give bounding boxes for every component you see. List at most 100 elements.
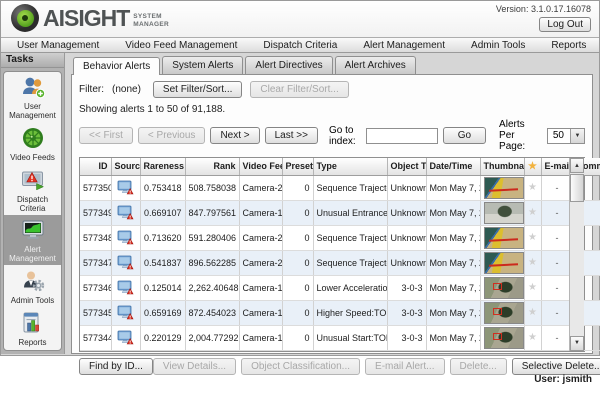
col-video-feed[interactable]: Video Feed xyxy=(239,158,282,175)
star-icon[interactable]: ★ xyxy=(528,307,537,318)
thumbnail-image[interactable] xyxy=(484,327,524,349)
cell-object-type: 3-0-3 xyxy=(387,300,426,325)
sidebar-item-reports[interactable]: Reports xyxy=(4,308,61,350)
star-icon[interactable]: ★ xyxy=(528,332,537,343)
source-alert-icon xyxy=(117,230,134,245)
col-id[interactable]: ID xyxy=(80,158,111,175)
vertical-scrollbar[interactable]: ▲ ▼ xyxy=(569,158,584,351)
scrollbar-track[interactable] xyxy=(570,173,584,336)
filter-value: (none) xyxy=(112,84,141,95)
last-page-button[interactable]: Last >> xyxy=(265,127,318,144)
star-icon[interactable]: ★ xyxy=(528,257,537,268)
bar-chart-icon xyxy=(20,310,46,336)
find-by-id-button[interactable]: Find by ID... xyxy=(79,358,153,375)
cell-datetime: Mon May 7, 2012 xyxy=(426,300,480,325)
cell-video-feed: Camera-1 xyxy=(239,275,282,300)
table-row[interactable]: 577346 0.125014 2,262.40648 Camera-1 0 L… xyxy=(80,275,600,300)
tasks-sidebar: Tasks User Management xyxy=(1,53,65,354)
goto-index-input[interactable] xyxy=(366,128,438,144)
brand-name: AISIGHT xyxy=(43,7,129,30)
logout-button[interactable]: Log Out xyxy=(539,17,591,32)
cell-source xyxy=(111,225,140,250)
cell-video-feed: Camera-2 xyxy=(239,250,282,275)
star-icon[interactable]: ★ xyxy=(528,282,537,293)
thumbnail-image[interactable] xyxy=(484,177,524,199)
cell-video-feed: Camera-2 xyxy=(239,225,282,250)
col-datetime[interactable]: Date/Time xyxy=(426,158,480,175)
cell-type: Sequence Trajectory xyxy=(313,250,387,275)
content-area: Behavior Alerts System Alerts Alert Dire… xyxy=(65,53,599,354)
col-rank[interactable]: Rank xyxy=(185,158,239,175)
sidebar-item-alert-management[interactable]: Alert Management xyxy=(4,215,61,265)
menu-dispatch-criteria[interactable]: Dispatch Criteria xyxy=(263,40,337,51)
table-row[interactable]: 577345 0.659169 872.454023 Camera-1 0 Hi… xyxy=(80,300,600,325)
sidebar-item-admin-tools[interactable]: Admin Tools xyxy=(4,265,61,307)
tab-behavior-alerts[interactable]: Behavior Alerts xyxy=(73,57,160,75)
alerts-per-page-select[interactable]: 50 ▼ xyxy=(547,128,585,144)
cell-thumbnail xyxy=(480,250,524,275)
logged-in-user-label: User: jsmith xyxy=(534,374,592,385)
star-icon[interactable]: ★ xyxy=(528,161,537,172)
cell-preset-id: 0 xyxy=(282,200,313,225)
thumbnail-image[interactable] xyxy=(484,277,524,299)
col-rareness[interactable]: Rareness xyxy=(140,158,185,175)
tab-system-alerts[interactable]: System Alerts xyxy=(162,56,243,74)
cell-thumbnail xyxy=(480,275,524,300)
cell-star: ★ xyxy=(524,175,541,200)
table-row[interactable]: 577349 0.669107 847.797561 Camera-1 0 Un… xyxy=(80,200,600,225)
cell-type: Higher Speed:TOD xyxy=(313,300,387,325)
tab-alert-archives[interactable]: Alert Archives xyxy=(335,56,416,74)
thumbnail-image[interactable] xyxy=(484,302,524,324)
go-button[interactable]: Go xyxy=(443,127,486,144)
cell-video-feed: Camera-1 xyxy=(239,300,282,325)
thumbnail-image[interactable] xyxy=(484,202,524,224)
col-thumbnail[interactable]: Thumbnail xyxy=(480,158,524,175)
menu-user-management[interactable]: User Management xyxy=(17,40,99,51)
menu-alert-management[interactable]: Alert Management xyxy=(363,40,445,51)
star-icon[interactable]: ★ xyxy=(528,207,537,218)
chevron-down-icon[interactable]: ▼ xyxy=(570,129,584,143)
next-page-button[interactable]: Next > xyxy=(210,127,259,144)
thumbnail-image[interactable] xyxy=(484,227,524,249)
cell-type: Unusual Entrance:TOD xyxy=(313,200,387,225)
sidebar-item-label: User Management xyxy=(5,102,60,120)
col-object-type[interactable]: Object Type xyxy=(387,158,426,175)
col-type[interactable]: Type xyxy=(313,158,387,175)
scrollbar-thumb[interactable] xyxy=(570,174,584,202)
cell-rank: 896.562285 xyxy=(185,250,239,275)
cell-thumbnail xyxy=(480,300,524,325)
title-bar: AISIGHT SYSTEM MANAGER Version: 3.1.0.17… xyxy=(1,1,599,37)
sidebar-item-user-management[interactable]: User Management xyxy=(4,72,61,122)
sidebar-item-video-feeds[interactable]: Video Feeds xyxy=(4,122,61,164)
menu-admin-tools[interactable]: Admin Tools xyxy=(471,40,525,51)
star-icon[interactable]: ★ xyxy=(528,182,537,193)
table-row[interactable]: 577350 0.753418 508.758038 Camera-2 0 Se… xyxy=(80,175,600,200)
table-row[interactable]: 577348 0.713620 591.280406 Camera-2 0 Se… xyxy=(80,225,600,250)
delete-button: Delete... xyxy=(450,358,507,375)
cell-type: Lower Acceleration:TOD xyxy=(313,275,387,300)
table-row[interactable]: 577347 0.541837 896.562285 Camera-2 0 Se… xyxy=(80,250,600,275)
sidebar-item-dispatch-criteria[interactable]: Dispatch Criteria xyxy=(4,165,61,215)
showing-alerts-text: Showing alerts 1 to 50 of 91,188. xyxy=(79,104,585,115)
menu-video-feed-management[interactable]: Video Feed Management xyxy=(125,40,237,51)
cell-star: ★ xyxy=(524,275,541,300)
star-icon[interactable]: ★ xyxy=(528,232,537,243)
source-alert-icon xyxy=(117,330,134,345)
cell-object-type: Unknown xyxy=(387,175,426,200)
table-row[interactable]: 577344 0.220129 2,004.77292 Camera-1 0 U… xyxy=(80,325,600,350)
menu-reports[interactable]: Reports xyxy=(551,40,586,51)
col-source[interactable]: Source xyxy=(111,158,140,175)
cell-thumbnail xyxy=(480,225,524,250)
alert-table-body: 577350 0.753418 508.758038 Camera-2 0 Se… xyxy=(80,175,600,350)
scroll-down-icon[interactable]: ▼ xyxy=(570,336,584,351)
tab-bar: Behavior Alerts System Alerts Alert Dire… xyxy=(71,56,593,74)
thumbnail-image[interactable] xyxy=(484,252,524,274)
col-preset-id[interactable]: Preset ID xyxy=(282,158,313,175)
tab-alert-directives[interactable]: Alert Directives xyxy=(245,56,332,74)
brand-subtitle: SYSTEM MANAGER xyxy=(133,13,169,29)
cell-source xyxy=(111,275,140,300)
cell-rareness: 0.669107 xyxy=(140,200,185,225)
scroll-up-icon[interactable]: ▲ xyxy=(570,158,584,173)
set-filter-sort-button[interactable]: Set Filter/Sort... xyxy=(153,81,242,98)
selective-delete-button[interactable]: Selective Delete... xyxy=(512,358,600,375)
